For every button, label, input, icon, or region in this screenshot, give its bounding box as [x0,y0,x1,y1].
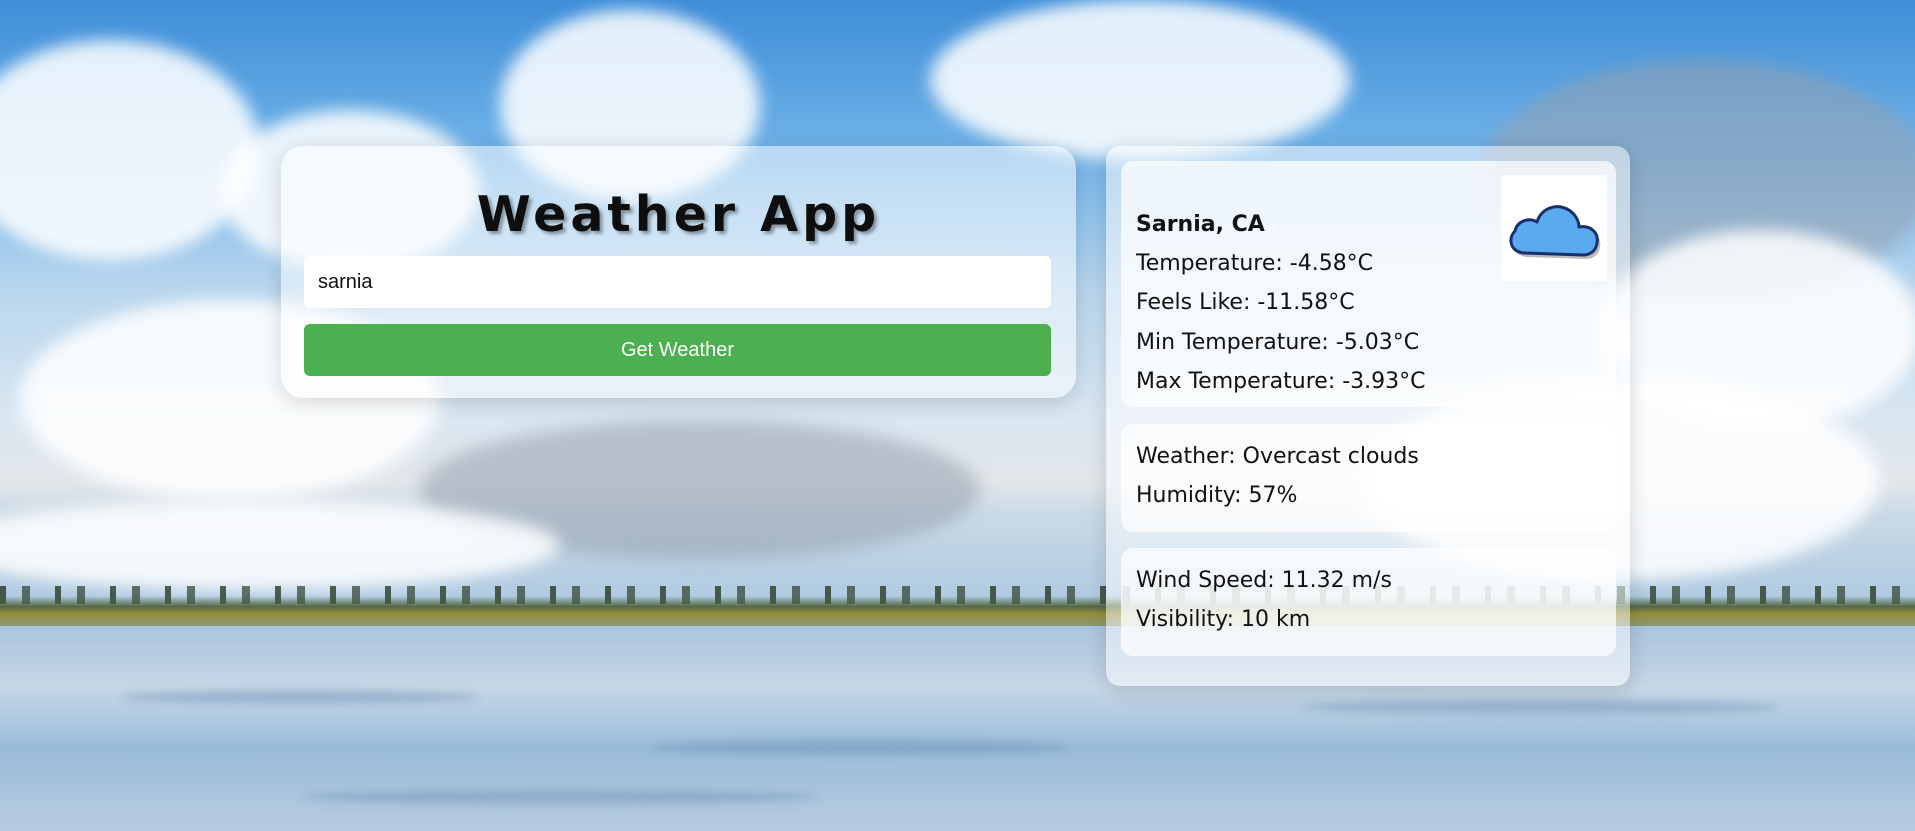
weather-results-panel: Sarnia, CA Temperature: -4.58°C Feels Li… [1106,146,1630,686]
weather-icon-container [1501,175,1607,281]
water-streak [650,740,1070,754]
water-streak [1300,700,1780,714]
search-panel: Weather App Get Weather [281,146,1076,398]
feels-like-text: Feels Like: -11.58°C [1136,290,1355,315]
temperature-text: Temperature: -4.58°C [1136,251,1374,276]
wind-speed-text: Wind Speed: 11.32 m/s [1136,568,1392,593]
min-temperature-text: Min Temperature: -5.03°C [1136,330,1420,355]
humidity-text: Humidity: 57% [1136,483,1298,508]
water-streak [120,690,480,704]
background-scene: Weather App Get Weather Sarnia, CA Tempe… [0,0,1915,831]
weather-condition-text: Weather: Overcast clouds [1136,444,1419,469]
max-temperature-text: Max Temperature: -3.93°C [1136,369,1426,394]
weather-condition-card: Weather: Overcast clouds Humidity: 57% [1121,424,1616,532]
page-title: Weather App [476,186,881,243]
wind-visibility-card: Wind Speed: 11.32 m/s Visibility: 10 km [1121,548,1616,656]
visibility-text: Visibility: 10 km [1136,607,1311,632]
background-cloud [0,500,560,590]
location-name: Sarnia, CA [1136,212,1265,237]
background-cloud [0,40,260,260]
city-search-input[interactable] [304,256,1051,308]
water-streak [300,790,820,804]
cloud-icon [1509,205,1601,259]
background-cloud [930,0,1350,160]
weather-summary-card: Sarnia, CA Temperature: -4.58°C Feels Li… [1121,161,1616,407]
get-weather-button[interactable]: Get Weather [304,324,1051,376]
